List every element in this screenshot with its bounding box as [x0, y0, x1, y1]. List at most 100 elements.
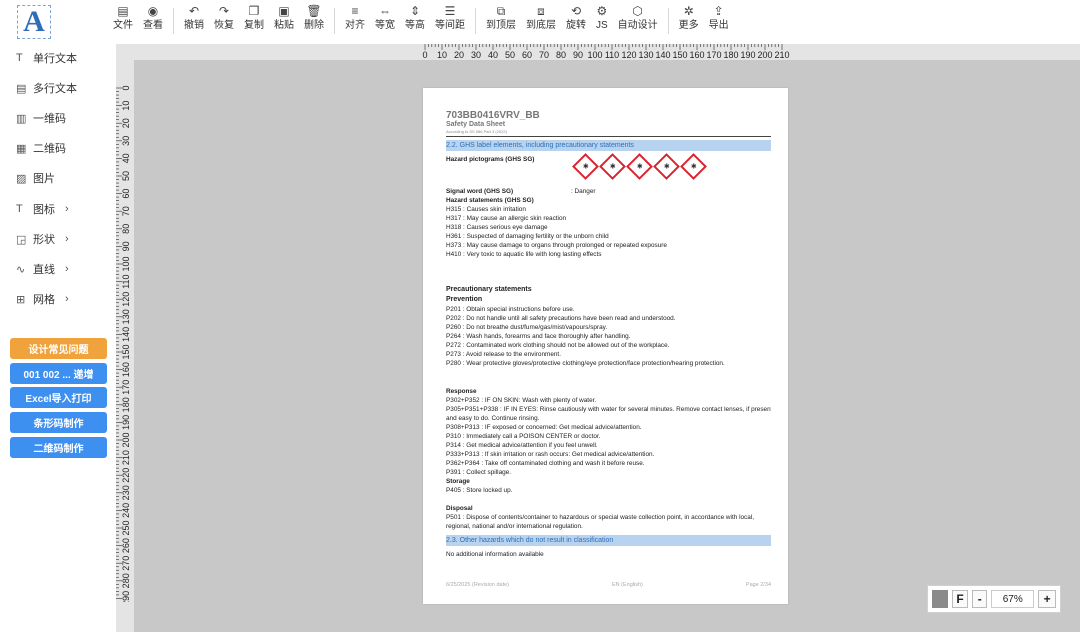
sidebar-item-6[interactable]: T 图标 › — [16, 199, 106, 219]
sidebar-item-3[interactable]: ▥ 一维码 — [16, 108, 106, 128]
sidebar-item-label: 一维码 — [33, 113, 66, 125]
sidebar-item-icon: ∿ — [16, 263, 26, 276]
sidebar-item-label: 图片 — [33, 173, 55, 185]
statement-line: P310 : Immediately call a POISON CENTER … — [446, 433, 601, 440]
equal-width-button[interactable]: ⇔ 等宽 — [370, 4, 400, 33]
toolbar-label: 旋转 — [566, 20, 586, 31]
sidebar-button-2[interactable]: 001 002 ... 递增 — [10, 363, 107, 384]
sidebar-button-3[interactable]: Excel导入打印 — [10, 387, 107, 408]
bring-to-top-button[interactable]: ⧉ 到顶层 — [481, 4, 521, 33]
sidebar-item-icon: ▥ — [16, 112, 27, 125]
zoom-out-button[interactable]: - — [972, 590, 988, 608]
statement-line: H373 : May cause damage to organs throug… — [446, 242, 667, 249]
zoom-in-button[interactable]: + — [1038, 590, 1056, 608]
doc-subtitle: Safety Data Sheet — [446, 121, 506, 128]
pictogram-symbol: ✱ — [582, 163, 589, 170]
hazard-statements: H315 : Causes skin irritation H317 : May … — [446, 205, 771, 259]
sidebar-button-5[interactable]: 二维码制作 — [10, 437, 107, 458]
ruler-label: 0 — [121, 85, 131, 90]
align-button[interactable]: ≡ 对齐 — [340, 4, 370, 33]
sidebar-item-9[interactable]: ⊞ 网格 › — [16, 289, 106, 309]
js-icon: ⚙ — [596, 4, 608, 18]
send-to-bottom-button[interactable]: ⧈ 到底层 — [521, 4, 561, 33]
design-canvas[interactable]: 0 10 20 30 40 50 60 70 80 90 100 110 120 130 140 150 160… — [116, 44, 1080, 632]
other-hazards-text: No additional information available — [446, 551, 544, 558]
ruler-label: 190 — [121, 415, 131, 430]
storage-label: Storage — [446, 478, 470, 485]
auto-design-button[interactable]: ⬡ 自动设计 — [613, 4, 663, 33]
ruler-label: 160 — [121, 362, 131, 377]
ruler-label: 210 — [121, 450, 131, 465]
more-button[interactable]: ✲ 更多 — [674, 4, 704, 33]
pictograms-label: Hazard pictograms (GHS SG) — [446, 156, 535, 163]
fit-button[interactable]: F — [951, 590, 969, 608]
health-hazard-pictogram: ✱ — [680, 153, 707, 180]
copy-button[interactable]: ❐ 复制 — [239, 4, 269, 33]
top-toolbar: ▤ 文件 ◉ 查看 ↶ 撤销 ↷ 恢复 ❐ 复制 ▣ 粘贴 🗑 删除 ≡ 对齐 ⇔ 等宽 ⇕ 等高 ☰ 等间距 ⧉ 到顶层 ⧈ 到… — [108, 4, 734, 38]
more-icon: ✲ — [683, 4, 694, 18]
undo-icon: ↶ — [188, 4, 200, 18]
ruler-label: 280 — [121, 573, 131, 588]
sidebar-item-2[interactable]: ▤ 多行文本 — [16, 78, 106, 98]
storage-statements: P405 : Store locked up. — [446, 486, 771, 495]
zoom-level[interactable]: 67% — [991, 590, 1035, 608]
rotate-button[interactable]: ⟲ 旋转 — [561, 4, 591, 33]
view-button[interactable]: ◉ 查看 — [138, 4, 168, 33]
ruler-label: 110 — [605, 50, 619, 60]
prevention-statements: P201 : Obtain special instructions befor… — [446, 305, 771, 368]
sidebar-item-8[interactable]: ∿ 直线 › — [16, 259, 106, 279]
sidebar-item-label: 多行文本 — [33, 83, 77, 95]
ruler-label: 170 — [706, 50, 721, 60]
js-button[interactable]: ⚙ JS — [591, 4, 613, 33]
ruler-label: 40 — [488, 50, 498, 60]
sidebar-item-4[interactable]: ▦ 二维码 — [16, 138, 106, 158]
ruler-label: 40 — [121, 153, 131, 163]
ruler-label: 70 — [121, 206, 131, 216]
signal-word-value: : Danger — [571, 188, 596, 195]
label-page[interactable]: 703BB0416VRV_BB Safety Data Sheet Accord… — [423, 88, 788, 604]
equal-height-button[interactable]: ⇕ 等高 — [400, 4, 430, 33]
equal-width-icon: ⇔ — [379, 4, 391, 18]
ruler-label: 60 — [522, 50, 532, 60]
left-sidebar: T 单行文本 ▤ 多行文本 ▥ 一维码 ▦ 二维码 ▨ 图片 T 图标 › ◲ 形状 › ∿ 直线 › ⊞ 网格 › 设计常… — [0, 44, 116, 638]
toolbar-label: 粘贴 — [274, 20, 294, 31]
statement-line: P362+P364 : Take off contaminated clothi… — [446, 460, 645, 467]
health-hazard-pictogram: ✱ — [572, 153, 599, 180]
paste-button[interactable]: ▣ 粘贴 — [269, 4, 299, 33]
ruler-label: 90 — [121, 241, 131, 251]
color-swatch[interactable] — [932, 590, 948, 608]
toolbar-label: 到顶层 — [486, 20, 516, 31]
sidebar-item-7[interactable]: ◲ 形状 › — [16, 229, 106, 249]
equal-spacing-icon: ☰ — [444, 4, 456, 18]
file-button[interactable]: ▤ 文件 — [108, 4, 138, 33]
redo-button[interactable]: ↷ 恢复 — [209, 4, 239, 33]
toolbar-label: 复制 — [244, 20, 264, 31]
send-to-bottom-icon: ⧈ — [537, 4, 545, 18]
doc-title: 703BB0416VRV_BB — [446, 110, 540, 121]
undo-button[interactable]: ↶ 撤销 — [179, 4, 209, 33]
statement-line: regional, national and/or international … — [446, 523, 583, 530]
ruler-label: 160 — [689, 50, 704, 60]
delete-button[interactable]: 🗑 删除 — [299, 4, 329, 33]
equal-height-icon: ⇕ — [409, 4, 421, 18]
sidebar-button-4[interactable]: 条形码制作 — [10, 412, 107, 433]
ruler-label: 170 — [121, 380, 131, 395]
sidebar-button-1[interactable]: 设计常见问题 — [10, 338, 107, 359]
sidebar-item-icon: ▨ — [16, 172, 27, 185]
response-label: Response — [446, 388, 477, 395]
ruler-label: 20 — [454, 50, 464, 60]
ruler-label: 140 — [121, 327, 131, 342]
toolbar-separator — [334, 8, 335, 34]
pictogram-list: ✱ ✱ ✱ ✱ ✱ — [572, 153, 707, 180]
statement-line: P280 : Wear protective gloves/protective… — [446, 360, 725, 367]
export-button[interactable]: ⇪ 导出 — [704, 4, 734, 33]
sidebar-item-1[interactable]: T 单行文本 — [16, 48, 106, 68]
toolbar-label: 到底层 — [526, 20, 556, 31]
ruler-label: 130 — [638, 50, 653, 60]
equal-spacing-button[interactable]: ☰ 等间距 — [430, 4, 470, 33]
sidebar-item-5[interactable]: ▨ 图片 — [16, 168, 106, 188]
ruler-label: 80 — [121, 224, 131, 234]
